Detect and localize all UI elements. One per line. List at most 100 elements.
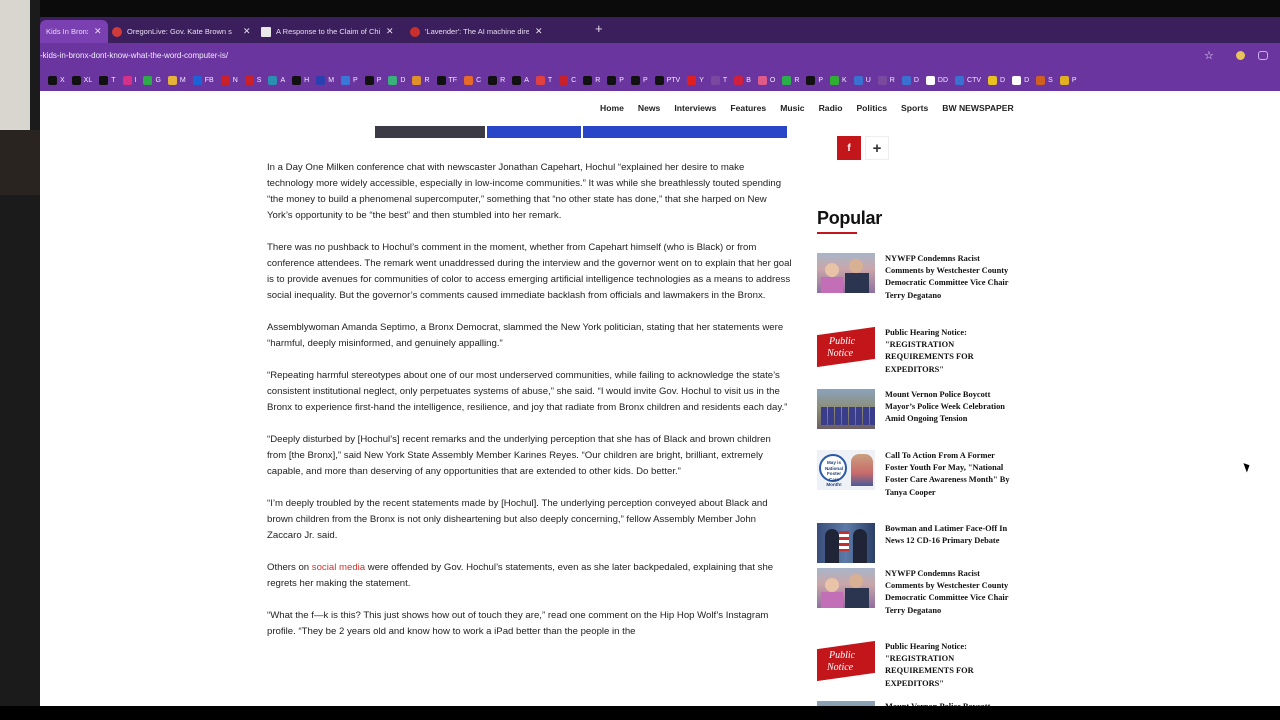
bookmark-item[interactable]: R (488, 73, 508, 87)
nav-link-8[interactable]: BW NEWSPAPER (942, 103, 1013, 113)
bookmark-item[interactable]: CTV (955, 73, 984, 87)
bookmark-item[interactable]: M (316, 73, 337, 87)
article-paragraph: Others on social media were offended by … (267, 560, 792, 592)
popular-title[interactable]: Public Hearing Notice: "REGISTRATION REQ… (885, 641, 1015, 690)
bookmark-label: A (280, 76, 286, 84)
tab-close-icon[interactable]: ✕ (386, 26, 394, 37)
bookmark-favicon-icon (143, 75, 153, 85)
bookmark-item[interactable]: P (630, 73, 651, 87)
bookmark-item[interactable]: PTV (654, 73, 684, 87)
window-top-bar (0, 0, 1280, 17)
popular-thumbnail[interactable] (817, 389, 875, 429)
bookmark-item[interactable]: DD (925, 73, 951, 87)
hero-image (267, 126, 787, 138)
popular-thumbnail[interactable]: Public Notice (817, 327, 875, 367)
popular-thumbnail[interactable]: Public Notice (817, 641, 875, 681)
tab-kids-in-bronx[interactable]: Kids In Bronx ✕ (40, 20, 108, 43)
bookmark-item[interactable]: FB (192, 73, 217, 87)
nav-link-2[interactable]: Interviews (674, 103, 716, 113)
bookmark-item[interactable]: P (607, 73, 627, 87)
bookmark-item[interactable]: R (782, 73, 802, 87)
bookmark-favicon-icon (488, 75, 498, 85)
bookmark-favicon-icon (901, 75, 911, 85)
bookmark-item[interactable]: M (167, 73, 189, 87)
bookmark-favicon-icon (220, 75, 230, 85)
thumb-text: Notice (827, 348, 854, 359)
bookmark-item[interactable]: T (535, 73, 555, 87)
bookmark-item[interactable]: G (143, 73, 163, 87)
bookmark-item[interactable]: TF (436, 73, 461, 87)
bookmark-item[interactable]: S (244, 73, 265, 87)
bookmark-item[interactable]: D (1012, 73, 1032, 87)
bookmark-item[interactable]: Y (687, 73, 707, 87)
bookmark-label: S (1048, 76, 1053, 84)
nav-link-7[interactable]: Sports (901, 103, 928, 113)
bookmark-item[interactable]: XL (71, 73, 96, 87)
red-circle-icon (410, 26, 420, 37)
popular-title[interactable]: Bowman and Latimer Face-Off In News 12 C… (885, 523, 1015, 547)
bookmark-item[interactable]: X (48, 73, 68, 87)
nav-link-3[interactable]: Features (730, 103, 766, 113)
bookmark-item[interactable]: D (901, 73, 922, 87)
bookmark-item[interactable]: S (1036, 73, 1056, 87)
bookmark-favicon-icon (1059, 75, 1069, 85)
bookmark-item[interactable]: C (559, 73, 579, 87)
bookmark-item[interactable]: T (99, 73, 118, 87)
popular-title[interactable]: Mount Vernon Police Boycott Mayor’s Poli… (885, 389, 1015, 426)
bookmark-item[interactable]: T (710, 73, 730, 87)
tab-lavender[interactable]: 'Lavender': The AI machine dire ✕ (404, 20, 549, 43)
bookmark-item[interactable]: A (512, 73, 532, 87)
bookmark-item[interactable]: R (877, 73, 898, 87)
bookmark-item[interactable]: N (220, 73, 241, 87)
desktop-background-strip (0, 0, 40, 720)
bookmark-item[interactable]: D (388, 73, 408, 87)
bookmark-label: DD (937, 76, 949, 84)
popular-title[interactable]: NYWFP Condemns Racist Comments by Westch… (885, 253, 1015, 302)
url-field[interactable]: -kids-in-bronx-dont-know-what-the-word-c… (40, 51, 228, 60)
new-tab-button[interactable]: + (595, 21, 603, 36)
bookmark-item[interactable]: P (806, 73, 826, 87)
bookmark-item[interactable]: H (292, 73, 312, 87)
article-paragraph: There was no pushback to Hochul’s commen… (267, 242, 792, 301)
tab-close-icon[interactable]: ✕ (243, 26, 251, 37)
bookmark-star-icon[interactable]: ☆ (1204, 49, 1214, 62)
heading-underline (817, 232, 857, 234)
bookmark-label: P (619, 76, 624, 84)
bookmark-favicon-icon (167, 75, 177, 85)
bookmark-item[interactable]: A (268, 73, 288, 87)
bookmark-item[interactable]: R (412, 73, 432, 87)
facebook-share-button[interactable]: f (837, 136, 861, 160)
extension-icon[interactable] (1236, 51, 1245, 60)
bookmark-item[interactable]: R (583, 73, 603, 87)
social-media-link[interactable]: social media (312, 562, 365, 573)
nav-link-4[interactable]: Music (780, 103, 804, 113)
popular-thumbnail[interactable] (817, 253, 875, 293)
bookmark-item[interactable]: D (988, 73, 1008, 87)
bookmark-item[interactable]: C (464, 73, 484, 87)
bookmark-item[interactable]: P (341, 73, 361, 87)
popular-thumbnail[interactable]: May is National Foster Care Month! (817, 450, 875, 490)
nav-link-0[interactable]: Home (600, 103, 624, 113)
popular-thumbnail[interactable] (817, 568, 875, 608)
nav-link-1[interactable]: News (638, 103, 660, 113)
bookmark-item[interactable]: U (853, 73, 874, 87)
bookmark-item[interactable]: K (830, 73, 850, 87)
tab-oregonlive[interactable]: OregonLive: Gov. Kate Brown s ✕ (106, 20, 257, 43)
popular-title[interactable]: NYWFP Condemns Racist Comments by Westch… (885, 568, 1015, 617)
tab-close-icon[interactable]: ✕ (535, 26, 543, 37)
bookmark-item[interactable]: I (122, 73, 140, 87)
bookmark-item[interactable]: B (734, 73, 754, 87)
bookmark-item[interactable]: O (757, 73, 778, 87)
popular-thumbnail[interactable] (817, 523, 875, 563)
popular-title[interactable]: Public Hearing Notice: "REGISTRATION REQ… (885, 327, 1015, 376)
nav-link-6[interactable]: Politics (856, 103, 887, 113)
popular-title[interactable]: Call To Action From A Former Foster Yout… (885, 450, 1015, 499)
tab-close-icon[interactable]: ✕ (94, 26, 102, 37)
bookmark-item[interactable]: P (1059, 73, 1080, 87)
bookmark-item[interactable]: P (364, 73, 385, 87)
tab-response-claim[interactable]: A Response to the Claim of Chi ✕ (255, 20, 400, 43)
bookmark-label: R (595, 76, 601, 84)
extension-icon[interactable] (1258, 51, 1268, 60)
nav-link-5[interactable]: Radio (819, 103, 843, 113)
more-share-button[interactable]: + (865, 136, 889, 160)
